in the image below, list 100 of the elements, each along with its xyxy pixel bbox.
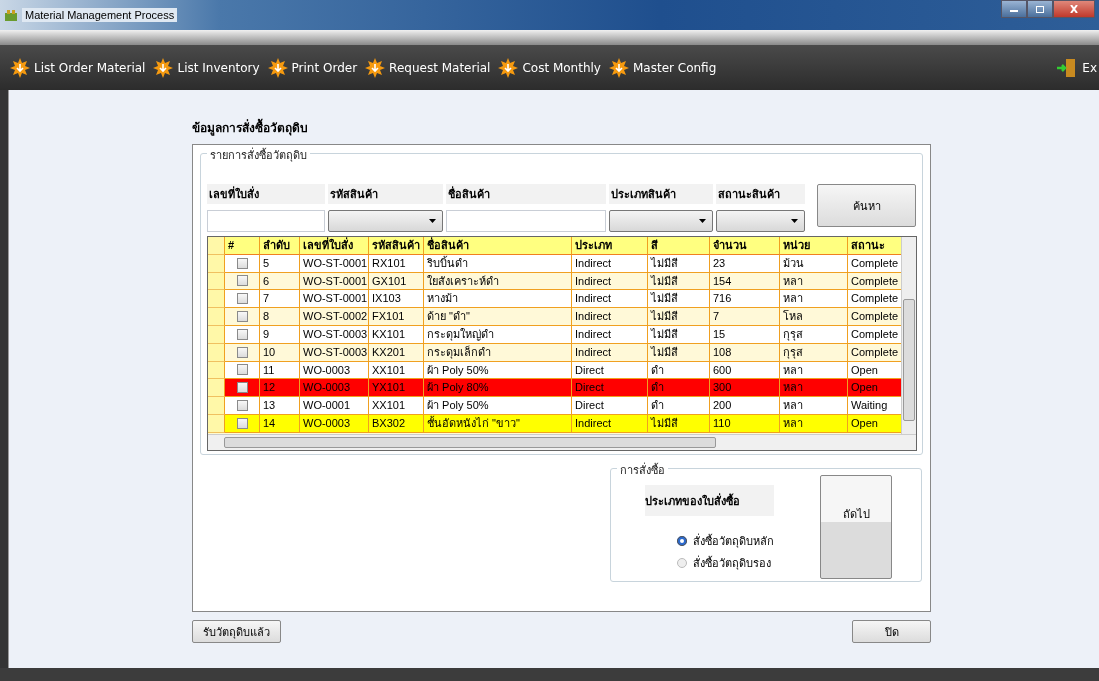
table-cell: WO-0003 <box>300 414 369 433</box>
caret-icon <box>429 219 437 223</box>
table-cell: กุรุส <box>780 326 848 344</box>
scroll-thumb[interactable] <box>224 437 716 448</box>
table-cell: ไม่มีสี <box>648 308 710 326</box>
table-cell: หลา <box>780 414 848 433</box>
burst-arrow-icon <box>153 57 174 78</box>
table-cell: โหล <box>780 308 848 326</box>
toolbar-button[interactable]: List Inventory <box>151 57 262 78</box>
scroll-thumb[interactable] <box>903 299 915 421</box>
table-cell: ชั้นอัดหนังไก่ "ขาว" <box>424 414 572 433</box>
search-button[interactable]: ค้นหา <box>817 184 916 227</box>
column-header[interactable]: เลขที่ใบสั่ง <box>300 237 369 255</box>
maximize-button[interactable] <box>1027 0 1053 18</box>
table-cell: RX101 <box>369 254 424 273</box>
filter-label: รหัสสินค้า <box>327 184 444 204</box>
table-cell: 23 <box>710 254 780 273</box>
burst-arrow-icon <box>365 57 386 78</box>
table-cell: ริบบิ้นดำ <box>424 254 572 273</box>
column-header[interactable]: ลำดับ <box>260 237 300 255</box>
table-cell: ไม่มีสี <box>648 414 710 433</box>
checkbox[interactable] <box>236 417 248 429</box>
table-cell: กระดุมใหญ่ดำ <box>424 326 572 344</box>
close-form-button[interactable]: ปิด <box>852 620 931 643</box>
input-field[interactable] <box>446 210 606 232</box>
column-header[interactable]: รหัสสินค้า <box>369 237 424 255</box>
window-title: Material Management Process <box>22 8 178 22</box>
column-header[interactable]: จำนวน <box>710 237 780 255</box>
table-cell: กระดุมเล็กดำ <box>424 343 572 362</box>
order-type-label: ประเภทของใบสั่งซื้อ <box>645 485 774 516</box>
table-cell: 14 <box>260 414 300 433</box>
checkbox[interactable] <box>236 364 248 376</box>
row-header[interactable] <box>208 308 225 326</box>
table-cell: 13 <box>260 397 300 415</box>
dropdown[interactable] <box>327 210 444 232</box>
table-cell: ผ้า Poly 50% <box>424 397 572 415</box>
table-cell: 5 <box>260 254 300 273</box>
minimize-button[interactable] <box>1001 0 1027 18</box>
table-cell: 7 <box>710 308 780 326</box>
table-cell: 10 <box>260 343 300 362</box>
toolbar-button[interactable]: Cost Monthly <box>496 57 603 78</box>
radio-option[interactable]: สั่งซื้อวัตถุดิบหลัก <box>677 530 774 552</box>
checkbox[interactable] <box>236 311 248 323</box>
maximize-icon <box>1035 5 1045 13</box>
checkbox[interactable] <box>236 275 248 287</box>
row-header[interactable] <box>208 237 225 255</box>
close-button[interactable] <box>1053 0 1095 18</box>
next-button[interactable]: ถัดไป <box>820 475 892 579</box>
table-cell: 15 <box>710 326 780 344</box>
filter-label: ชื่อสินค้า <box>446 184 606 204</box>
app-icon <box>4 9 18 21</box>
toolbar-button[interactable]: Print Order <box>265 57 360 78</box>
column-header[interactable]: ประเภท <box>572 237 648 255</box>
burst-arrow-icon <box>608 57 629 78</box>
toolbar-button[interactable]: List Order Material <box>8 57 148 78</box>
burst-arrow-icon <box>498 57 519 78</box>
input-field[interactable] <box>207 210 325 232</box>
vertical-scrollbar[interactable] <box>901 237 916 435</box>
caret-icon <box>791 219 799 223</box>
checkbox[interactable] <box>236 328 248 340</box>
table-cell: หลา <box>780 397 848 415</box>
burst-arrow-icon <box>267 57 288 78</box>
table-cell: ด้าย "ดำ" <box>424 308 572 326</box>
checkbox[interactable] <box>236 293 248 305</box>
table-cell: ดำ <box>648 397 710 415</box>
row-header[interactable] <box>208 379 225 398</box>
table-cell: KX201 <box>369 343 424 362</box>
radio-option[interactable]: สั่งซื้อวัตถุดิบรอง <box>677 552 774 574</box>
table-cell: KX101 <box>369 326 424 344</box>
dropdown[interactable] <box>715 210 806 232</box>
row-header[interactable] <box>208 397 225 415</box>
checkbox[interactable] <box>236 257 248 269</box>
table-cell: WO-ST-0002 <box>300 308 369 326</box>
column-header[interactable]: ชื่อสินค้า <box>424 237 572 255</box>
table-cell: XX101 <box>369 397 424 415</box>
exit-button[interactable]: Ex <box>1054 57 1099 78</box>
table-cell: 110 <box>710 414 780 433</box>
toolbar-button[interactable]: Master Config <box>606 57 719 78</box>
table-cell: ไม่มีสี <box>648 343 710 362</box>
radio-dot[interactable] <box>677 536 687 546</box>
toolbar-button[interactable]: Request Material <box>363 57 493 78</box>
checkbox[interactable] <box>236 382 248 394</box>
table-cell: WO-ST-0003 <box>300 326 369 344</box>
received-button[interactable]: รับวัตถุดิบแล้ว <box>192 620 281 643</box>
table-cell: Indirect <box>572 326 648 344</box>
table-cell: FX101 <box>369 308 424 326</box>
row-header[interactable] <box>208 290 225 309</box>
table-cell: WO-ST-0003 <box>300 343 369 362</box>
column-header[interactable]: สี <box>648 237 710 255</box>
caret-icon <box>698 219 706 223</box>
page-heading: ข้อมูลการสั่งซื้อวัตถุดิบ <box>192 90 1099 144</box>
radio-dot[interactable] <box>677 558 687 568</box>
horizontal-scrollbar[interactable] <box>208 434 916 450</box>
checkbox[interactable] <box>236 400 248 412</box>
table-cell: Indirect <box>572 343 648 362</box>
column-header[interactable]: # <box>225 237 260 255</box>
checkbox[interactable] <box>236 346 248 358</box>
table-cell: Indirect <box>572 254 648 273</box>
column-header[interactable]: หน่วย <box>780 237 848 255</box>
dropdown[interactable] <box>608 210 713 232</box>
